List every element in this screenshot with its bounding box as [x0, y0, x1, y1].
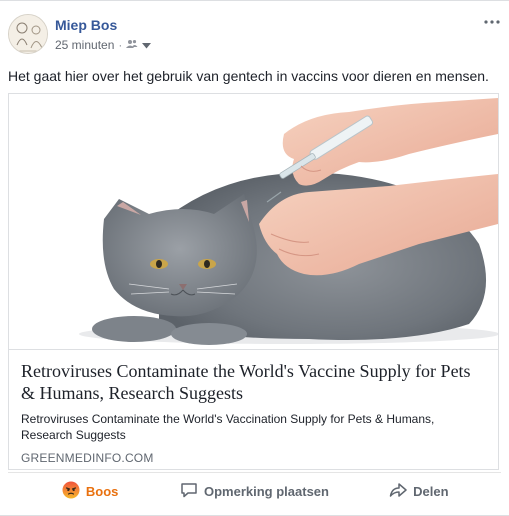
link-preview-info: Retroviruses Contaminate the World's Vac…	[9, 349, 498, 469]
post-meta: 25 minuten ·	[55, 38, 152, 52]
share-icon	[389, 481, 407, 502]
link-title[interactable]: Retroviruses Contaminate the World's Vac…	[21, 360, 486, 404]
post-header: Miep Bos 25 minuten ·	[8, 14, 501, 56]
reaction-label: Boos	[85, 483, 119, 499]
meta-separator: ·	[118, 38, 123, 52]
avatar-illustration	[9, 15, 47, 53]
share-button[interactable]: Delen	[337, 473, 501, 509]
reaction-button[interactable]: Boos	[8, 473, 172, 509]
angry-emoji-icon	[62, 481, 80, 502]
more-options-icon[interactable]	[483, 14, 501, 30]
link-domain: GREENMEDINFO.COM	[21, 451, 154, 465]
post-text: Het gaat hier over het gebruik van gente…	[8, 68, 489, 84]
comment-icon	[180, 481, 198, 502]
post-timestamp[interactable]: 25 minuten	[55, 38, 114, 52]
comment-button[interactable]: Opmerking plaatsen	[172, 473, 336, 509]
chevron-down-icon[interactable]	[142, 38, 152, 52]
share-label: Delen	[413, 483, 449, 499]
friends-icon[interactable]	[126, 38, 138, 52]
link-description: Retroviruses Contaminate the World's Vac…	[21, 412, 435, 442]
link-preview-card[interactable]: Retroviruses Contaminate the World's Vac…	[8, 93, 499, 470]
avatar[interactable]	[8, 14, 48, 54]
feed-post: Miep Bos 25 minuten · Het gaat hier over…	[0, 0, 509, 516]
post-action-bar: Boos Opmerking plaatsen Delen	[8, 472, 501, 509]
cat-injection-photo[interactable]	[9, 94, 498, 349]
author-name[interactable]: Miep Bos	[55, 17, 117, 33]
comment-label: Opmerking plaatsen	[204, 483, 329, 499]
